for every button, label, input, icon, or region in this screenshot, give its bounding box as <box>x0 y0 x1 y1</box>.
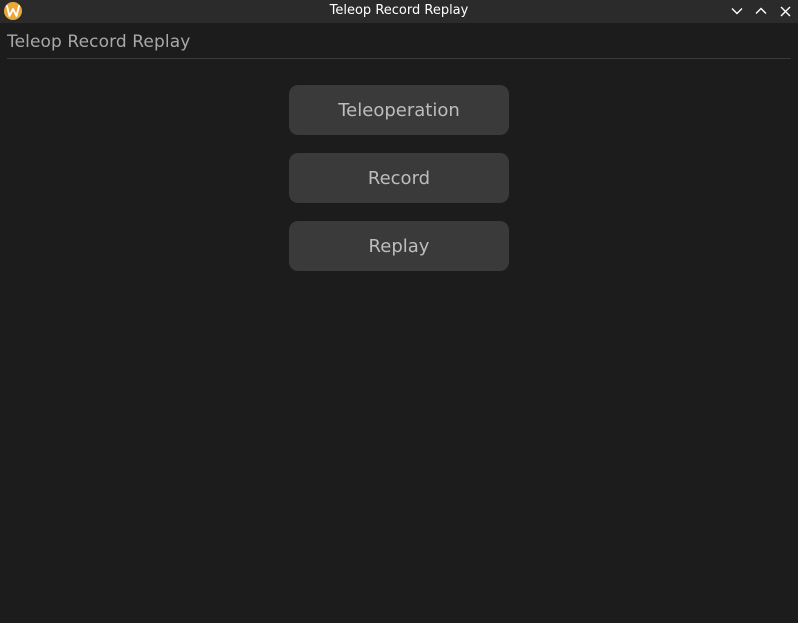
replay-button[interactable]: Replay <box>289 221 509 271</box>
maximize-icon[interactable] <box>753 3 769 19</box>
window-title: Teleop Record Replay <box>329 3 469 18</box>
app-logo-icon <box>4 2 22 20</box>
record-button[interactable]: Record <box>289 153 509 203</box>
close-icon[interactable] <box>777 3 793 19</box>
page-title: Teleop Record Replay <box>7 32 191 52</box>
heading-divider <box>7 58 791 59</box>
teleoperation-button[interactable]: Teleoperation <box>289 85 509 135</box>
title-bar[interactable]: Teleop Record Replay <box>0 0 798 23</box>
app-window: Teleop Record Replay Teleop Record Repla… <box>0 0 798 623</box>
minimize-icon[interactable] <box>729 3 745 19</box>
